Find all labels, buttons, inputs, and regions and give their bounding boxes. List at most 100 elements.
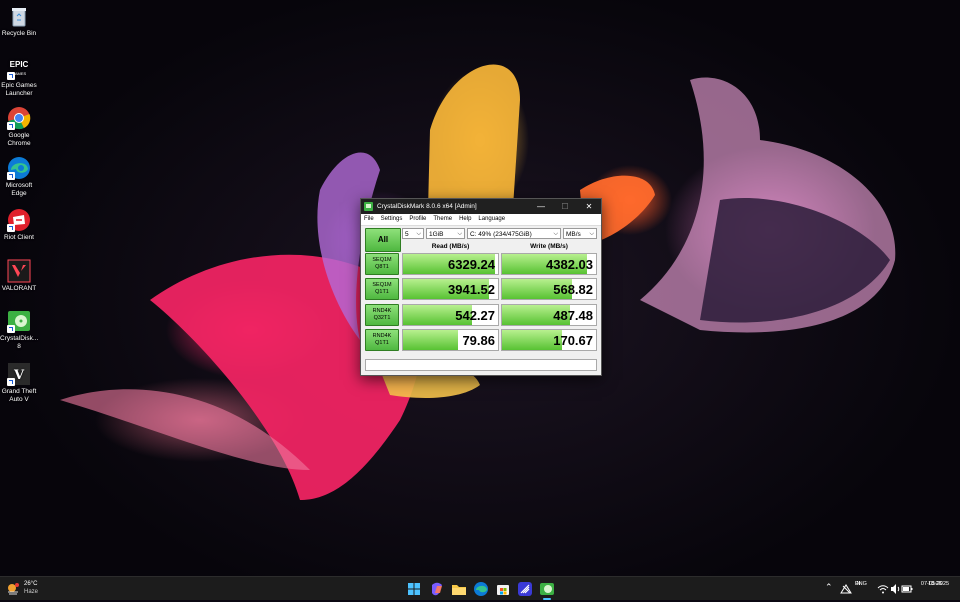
write-result-value: 170.67 [553,333,593,348]
microsoft-store-button[interactable] [495,581,511,597]
window-titlebar[interactable]: CrystalDiskMark 8.0.6 x64 [Admin] — ☐ ✕ [361,199,601,214]
menu-profile[interactable]: Profile [409,214,426,225]
shortcut-arrow-icon [7,172,15,180]
desktop-icon-label: Grand Theft Auto V [1,388,37,403]
read-result-cell: 542.27 [402,304,499,326]
test-queue: Q1T1 [375,340,389,346]
desktop-icon-edge[interactable]: Microsoft Edge [0,156,38,198]
chevron-down-icon: ⌵ [553,231,558,237]
write-result-cell: 4382.03 [501,253,597,275]
test-button-seq1m-q1t1[interactable]: SEQ1M Q1T1 [365,278,399,300]
crystaldiskmark-window[interactable]: CrystalDiskMark 8.0.6 x64 [Admin] — ☐ ✕ … [360,198,602,376]
crystaldiskmark-taskbar-button[interactable] [539,581,555,600]
shortcut-arrow-icon [7,72,15,80]
menu-language[interactable]: Language [478,214,505,225]
clock-date: 07-05-2025 [920,581,950,587]
show-hidden-icons-button[interactable]: ⌃ [825,582,833,593]
file-explorer-button[interactable] [451,581,467,597]
recycle-bin-icon [7,4,31,28]
write-result-value: 487.48 [553,308,593,323]
test-queue: Q1T1 [375,289,389,295]
shortcut-arrow-icon [7,224,15,232]
desktop-icon-label: CrystalDisk... 8 [0,335,39,350]
benchmark-panel: All 5 ⌵ 1GiB ⌵ C: 49% (234/475GiB) ⌵ MB/… [364,226,598,372]
weather-temp: 26°C [24,581,38,587]
menu-theme[interactable]: Theme [433,214,452,225]
desktop-icon-valorant[interactable]: VALORANT [0,259,38,293]
read-result-value: 79.86 [462,333,495,348]
maximize-button[interactable]: ☐ [553,199,577,214]
comment-input[interactable] [365,359,597,371]
test-button-rnd4k-q1t1[interactable]: RND4K Q1T1 [365,329,399,351]
test-name: SEQ1M [372,257,392,263]
write-result-value: 4382.03 [546,257,593,272]
valorant-icon [7,259,31,283]
write-result-value: 568.82 [553,282,593,297]
copilot-icon [432,582,442,596]
start-button[interactable] [406,581,422,597]
size-select[interactable]: 1GiB ⌵ [426,228,465,239]
crystaldiskmark-app-icon [364,202,373,211]
test-button-seq1m-q8t1[interactable]: SEQ1M Q8T1 [365,253,399,275]
edge-icon [7,156,31,180]
test-name: RND4K [372,308,392,314]
test-queue: Q8T1 [375,264,389,270]
test-button-rnd4k-q32t1[interactable]: RND4K Q32T1 [365,304,399,326]
desktop-icon-epic-games[interactable]: EPIC GAMES Epic Games Launcher [0,56,38,98]
desktop-icon-recycle-bin[interactable]: Recycle Bin [0,4,38,38]
desktop-icon-label: Microsoft Edge [5,182,33,197]
crystaldiskmark-icon [540,583,554,595]
window-title: CrystalDiskMark 8.0.6 x64 [Admin] [377,203,477,210]
wifi-icon[interactable] [877,583,889,595]
desktop-icon-riot-client[interactable]: Riot Client [0,208,38,242]
desktop-wallpaper: Recycle Bin EPIC GAMES Epic Games Launche… [0,0,960,576]
gta-v-icon: V [7,362,31,386]
volume-icon[interactable] [889,583,901,595]
edge-taskbar-button[interactable] [473,581,489,597]
desktop-icon-label: Epic Games Launcher [1,82,37,97]
copilot-button[interactable] [429,581,445,597]
chevron-down-icon: ⌵ [416,231,421,237]
write-header: Write (MB/s) [530,243,568,250]
test-name: RND4K [372,333,392,339]
menu-settings[interactable]: Settings [381,214,403,225]
epic-games-icon: EPIC GAMES [7,56,31,80]
test-queue: Q32T1 [373,315,391,321]
test-name: SEQ1M [372,282,392,288]
svg-text:EPIC: EPIC [10,60,29,69]
count-value: 5 [405,231,409,238]
minimize-button[interactable]: — [529,199,553,214]
battery-icon[interactable] [901,583,913,595]
drive-select[interactable]: C: 49% (234/475GiB) ⌵ [467,228,561,239]
weather-widget[interactable]: 26°C Haze [6,580,46,598]
all-button[interactable]: All [365,228,401,252]
menu-help[interactable]: Help [459,214,471,225]
tray-app-icon[interactable] [840,583,852,595]
chevron-down-icon: ⌵ [457,231,462,237]
desktop-icon-chrome[interactable]: Google Chrome [0,106,38,148]
windows-start-icon [408,583,420,595]
desktop-icon-crystaldiskmark[interactable]: CrystalDisk... 8 [0,309,38,351]
desktop-icon-label: Recycle Bin [1,30,37,37]
file-explorer-icon [452,585,466,595]
weather-haze-icon [8,583,19,595]
read-result-value: 6329.24 [448,257,495,272]
linear-icon [518,582,532,596]
language-region: IN [855,581,861,587]
read-result-value: 542.27 [455,308,495,323]
read-header: Read (MB/s) [431,243,470,250]
desktop-icon-label: Riot Client [4,234,34,241]
menu-file[interactable]: File [364,214,374,225]
desktop-icon-gta-v[interactable]: V Grand Theft Auto V [0,362,38,404]
read-result-bar [403,330,459,350]
weather-condition: Haze [24,589,39,595]
close-button[interactable]: ✕ [577,199,601,214]
count-select[interactable]: 5 ⌵ [402,228,424,239]
write-result-cell: 170.67 [501,329,597,351]
chrome-icon [7,106,31,130]
crystaldiskmark-icon [7,309,31,333]
read-result-value: 3941.52 [448,282,495,297]
chevron-down-icon: ⌵ [589,231,594,237]
linear-app-button[interactable] [517,581,533,597]
unit-select[interactable]: MB/s ⌵ [563,228,597,239]
